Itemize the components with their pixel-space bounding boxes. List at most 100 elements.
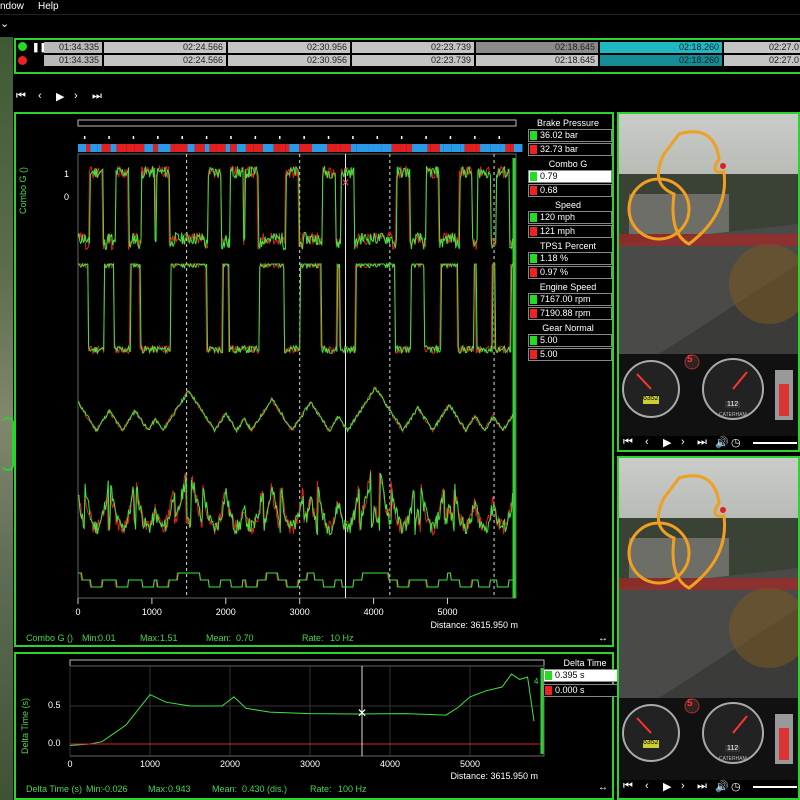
gear-indicator: 5	[687, 698, 693, 709]
stat-rate: 10 Hz	[330, 633, 354, 643]
stat-min-label: Min:	[82, 633, 100, 643]
readout-title-2: Speed	[554, 200, 582, 210]
video-seek-slider[interactable]	[753, 786, 797, 788]
lap-cell-row1-6[interactable]: 02:27.0	[724, 42, 800, 53]
readout-2-v1: 120 mph	[528, 211, 612, 224]
delta-stat-max: 0.943	[168, 784, 191, 794]
menu-help[interactable]: Help	[38, 1, 59, 12]
delta-resize-arrows-icon[interactable]: ↔	[598, 782, 608, 793]
skip-start-icon[interactable]: ⏮	[16, 90, 26, 103]
readout-4-v1: 7167.00 rpm	[528, 293, 612, 306]
lap-table: ❚❚ 01:34.335 01:34.335 02:24.566 02:24.566 0…	[14, 38, 800, 74]
lap-cell-row2-0[interactable]: 01:34.335	[44, 55, 102, 66]
stat-mean: 0.70	[236, 633, 254, 643]
toolbar: ⌄	[0, 15, 800, 35]
lap2-indicator-icon	[18, 56, 27, 65]
lap1-indicator-icon	[18, 42, 27, 51]
play-icon[interactable]: ▶	[56, 90, 64, 103]
play-icon[interactable]: ▶	[663, 436, 671, 449]
lap-cell-row1-1[interactable]: 02:24.566	[104, 42, 226, 53]
lap-cell-row1-0[interactable]: 01:34.335	[44, 42, 102, 53]
skip-start-icon[interactable]: ⏮	[623, 436, 633, 449]
step-back-icon[interactable]: ‹	[645, 436, 649, 448]
lap-cell-row2-1[interactable]: 02:24.566	[104, 55, 226, 66]
play-icon[interactable]: ▶	[663, 780, 671, 793]
transport-controls: ⏮ ‹ ▶ › ⏭	[16, 90, 116, 104]
readout-title-4: Engine Speed	[539, 282, 597, 292]
skip-end-icon[interactable]: ⏭	[697, 436, 707, 449]
step-back-icon[interactable]: ‹	[38, 90, 42, 102]
chevron-down-icon[interactable]: ⌄	[0, 17, 9, 30]
lap-cell-row2-2[interactable]: 02:30.956	[228, 55, 350, 66]
lap-cell-row2-4[interactable]: 02:18.645	[476, 55, 598, 66]
step-forward-icon[interactable]: ›	[74, 90, 78, 102]
readout-2-v2: 121 mph	[528, 225, 612, 238]
readout-title-5: Gear Normal	[542, 323, 594, 333]
lap-marker-text: 4	[534, 677, 539, 686]
onboard-video-1[interactable]: 5 6352 112 CATERHAM ⏮ ‹ ▶ › ⏭ 🔊 ◷	[617, 112, 800, 452]
resize-arrows-icon[interactable]: ↔	[598, 633, 608, 644]
stat-name: Combo G ()	[26, 633, 74, 643]
lap-cell-row2-3[interactable]: 02:23.739	[352, 55, 474, 66]
readout-1-v1: 0.79	[528, 170, 612, 183]
readout-3-v1: 1.18 %	[528, 252, 612, 265]
lap-cell-row2-5[interactable]: 02:18.260	[600, 55, 722, 66]
readout-5-v2: 5.00	[528, 348, 612, 361]
lap-cell-row1-3[interactable]: 02:23.739	[352, 42, 474, 53]
skip-start-icon[interactable]: ⏮	[623, 780, 633, 793]
delta-trace	[69, 673, 535, 746]
video-seek-slider[interactable]	[753, 442, 797, 444]
lap-cell-row1-4[interactable]: 02:18.645	[476, 42, 598, 53]
delta-stat-min: -0.026	[102, 784, 128, 794]
delta-readout-lap1: 0.395 s	[543, 669, 627, 682]
volume-icon[interactable]: 🔊	[715, 436, 729, 449]
lap-cell-row2-6[interactable]: 02:27.0	[724, 55, 800, 66]
multi-channel-plot[interactable]: ✕ 0 1000 2000 3000 4000 5000	[16, 114, 612, 645]
delta-x-tick-5: 5000	[460, 759, 480, 769]
speed-display: 112	[725, 745, 741, 752]
plot-area-border	[77, 153, 517, 599]
x-tick-1: 1000	[142, 607, 162, 617]
delta-x-tick-2: 2000	[220, 759, 240, 769]
clock-icon[interactable]: ◷	[731, 436, 741, 449]
video-frame	[619, 458, 798, 780]
readout-title-0: Brake Pressure	[536, 118, 600, 128]
brand-label: CATERHAM	[719, 412, 747, 418]
menu-bar: ndow Help	[0, 0, 800, 15]
menu-window[interactable]: ndow	[0, 1, 24, 12]
delta-plot-area-border	[69, 665, 545, 757]
delta-stat-name: Delta Time (s)	[26, 784, 83, 794]
onboard-video-2[interactable]: 5 6352 112 CATERHAM ⏮ ‹ ▶ › ⏭ 🔊 ◷	[617, 456, 800, 800]
brake-throttle-band	[78, 136, 523, 152]
readout-5-v1: 5.00	[528, 334, 612, 347]
stat-max: 1.51	[160, 633, 178, 643]
brand-label: CATERHAM	[719, 756, 747, 762]
readout-0-v2: 32.73 bar	[528, 143, 612, 156]
rpm-display: 6352	[643, 739, 659, 746]
map-marker	[2, 417, 14, 471]
delta-x-tick-1: 1000	[140, 759, 160, 769]
delta-stat-mean-label: Mean:	[212, 784, 238, 794]
rpm-display: 6352	[643, 395, 659, 402]
clock-icon[interactable]: ◷	[731, 780, 741, 793]
track-map-strip[interactable]	[0, 37, 14, 800]
delta-stat-mean: 0.430 (dis.)	[242, 784, 288, 794]
delta-stat-min-label: Min:	[86, 784, 104, 794]
x-tick-3: 3000	[290, 607, 310, 617]
readout-title-1: Combo G	[548, 159, 588, 169]
distance-readout: Distance: 3615.950 m	[430, 620, 518, 630]
delta-stat-rate: 100 Hz	[338, 784, 367, 794]
step-back-icon[interactable]: ‹	[645, 780, 649, 792]
skip-end-icon[interactable]: ⏭	[697, 780, 707, 793]
readout-4-v2: 7190.88 rpm	[528, 307, 612, 320]
delta-scroll-range-bar	[69, 659, 545, 667]
step-forward-icon[interactable]: ›	[681, 780, 685, 792]
skip-end-icon[interactable]: ⏭	[92, 90, 102, 103]
lap-cell-row1-5[interactable]: 02:18.260	[600, 42, 722, 53]
volume-icon[interactable]: 🔊	[715, 780, 729, 793]
channel-traces	[77, 164, 514, 588]
lap-cell-row1-2[interactable]: 02:30.956	[228, 42, 350, 53]
step-forward-icon[interactable]: ›	[681, 436, 685, 448]
x-tick-4: 4000	[364, 607, 384, 617]
delta-x-tick-0: 0	[67, 759, 72, 769]
